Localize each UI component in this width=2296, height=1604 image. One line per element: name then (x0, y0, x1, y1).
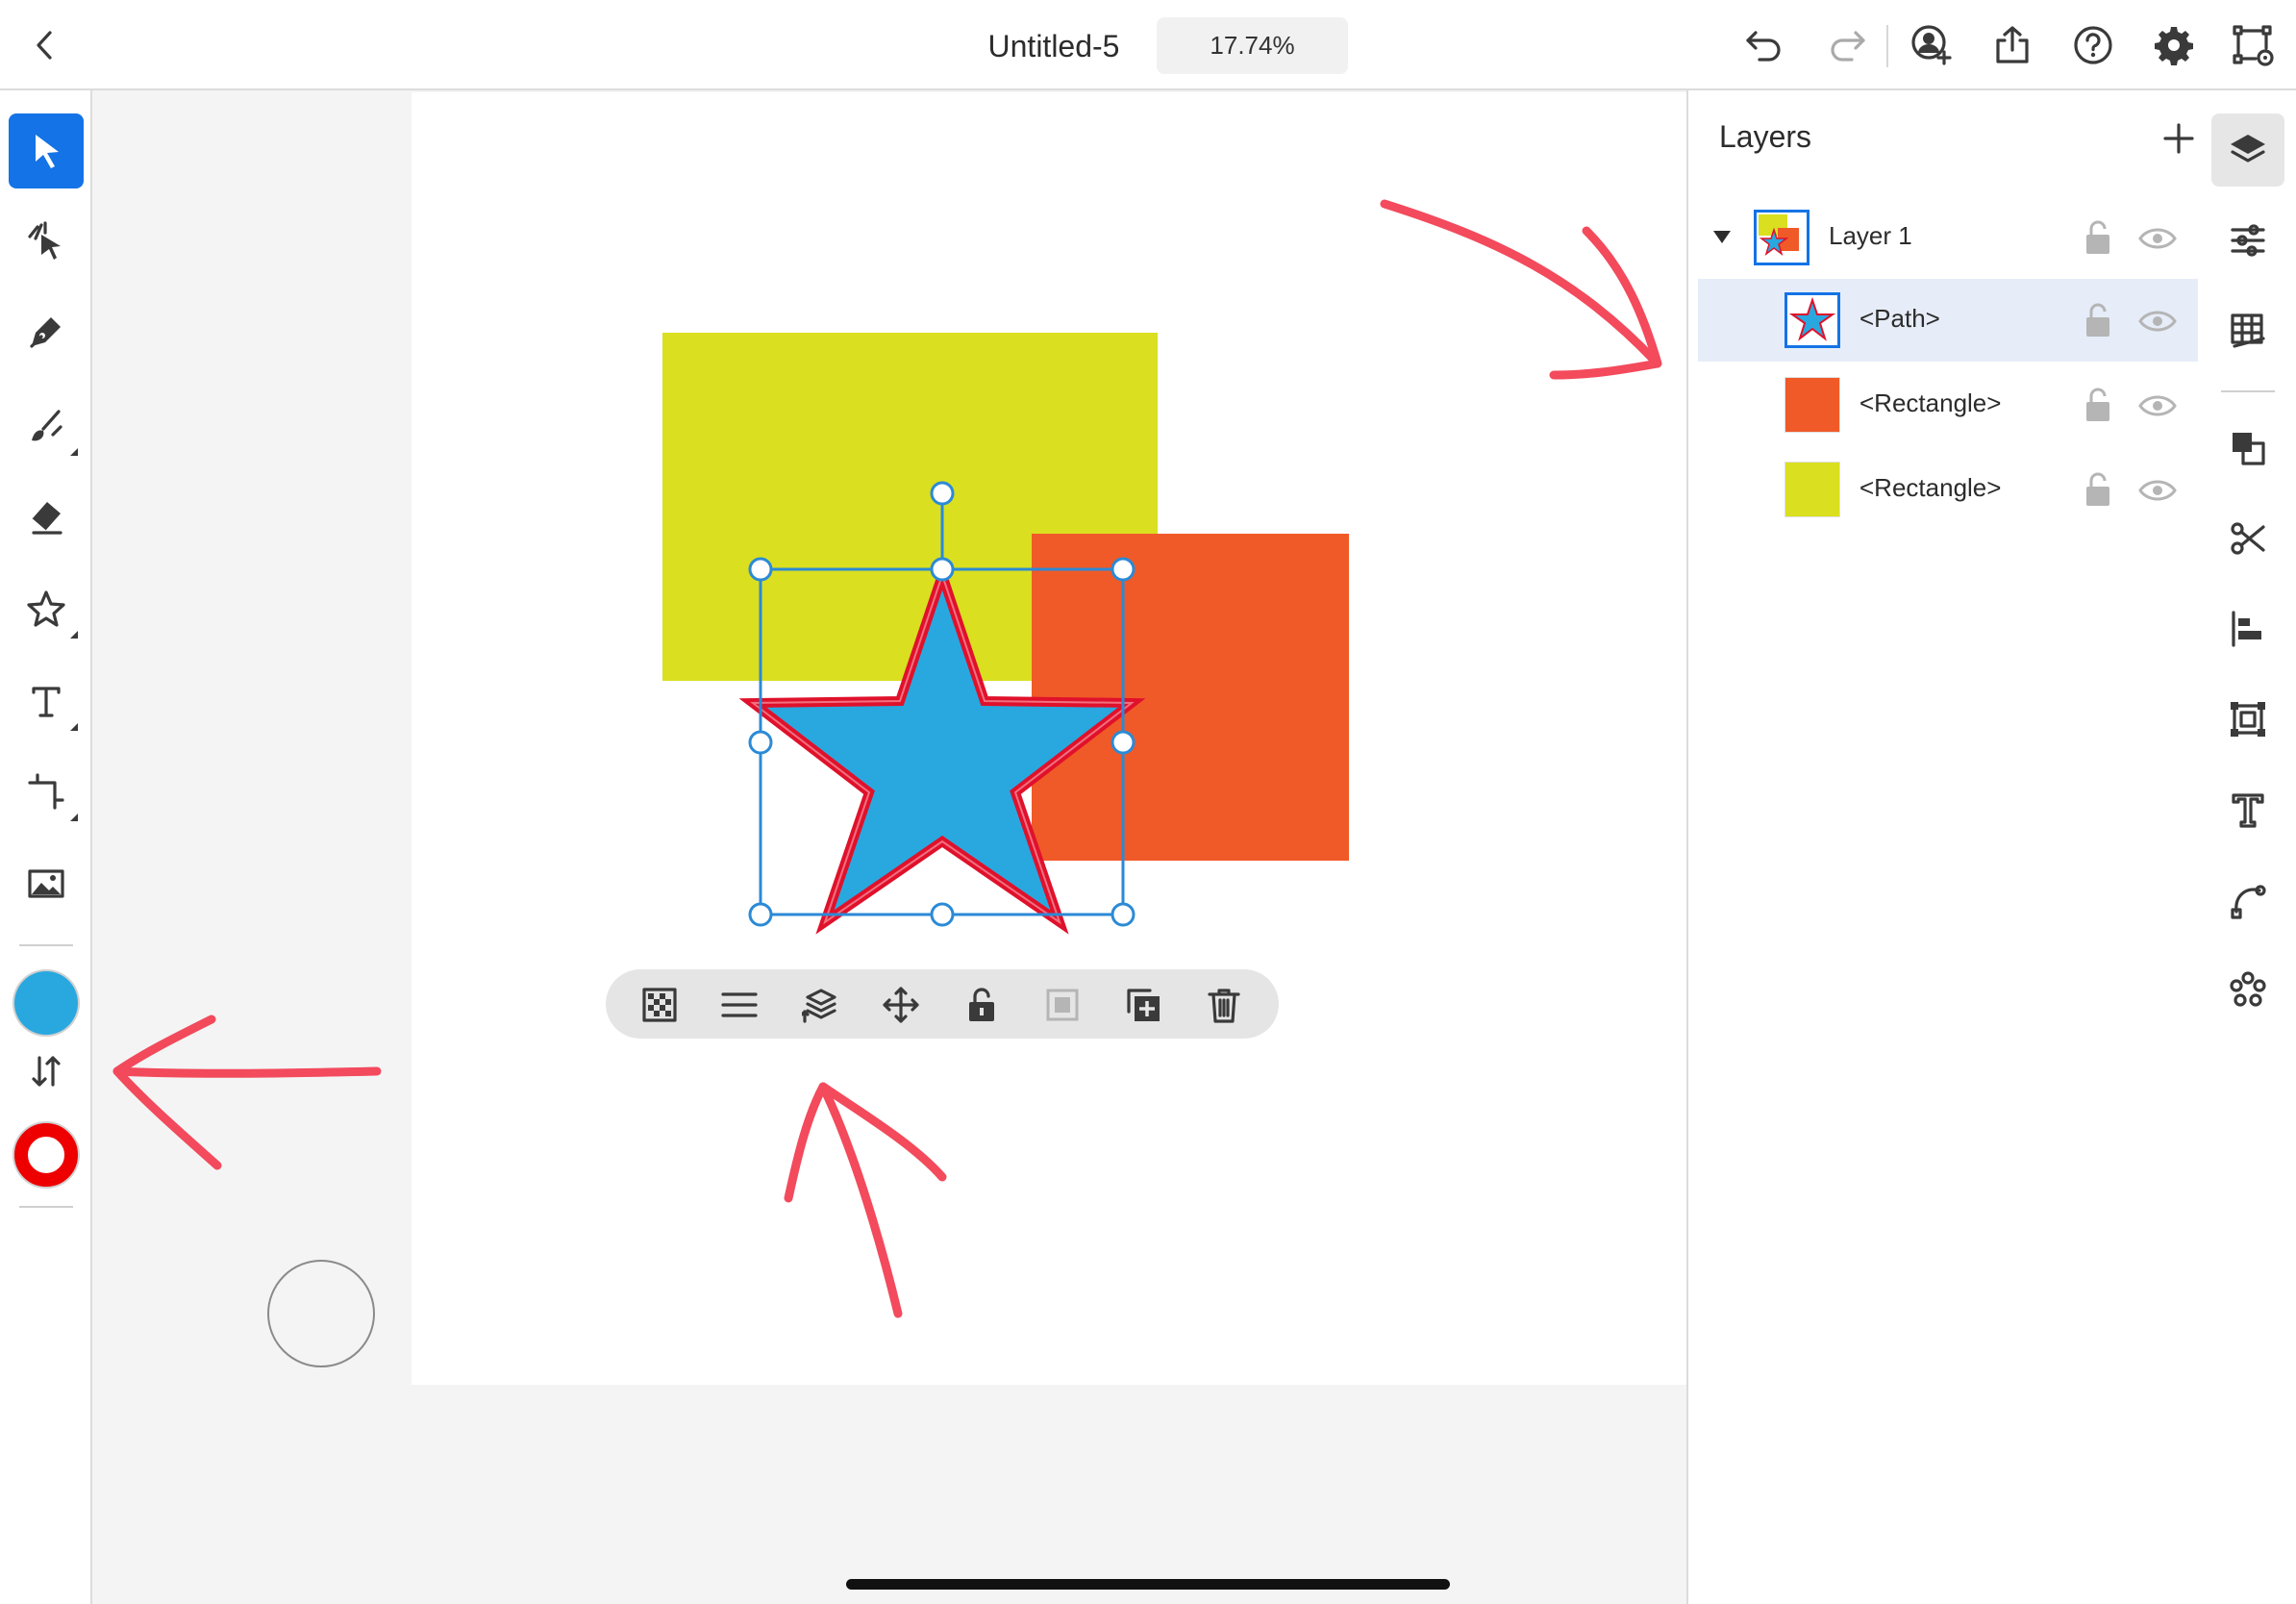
layers-panel-title: Layers (1719, 119, 1812, 154)
bezier-path-icon (2231, 885, 2266, 919)
text-panel-button[interactable] (2211, 773, 2284, 846)
mask-button (1044, 987, 1081, 1023)
grid-ruler-icon (2231, 313, 2265, 348)
rail-divider (2221, 390, 2275, 392)
layer-thumbnail-artwork (1759, 214, 1799, 256)
align-left-icon (2232, 611, 2261, 647)
repeat-panel-button[interactable] (2211, 954, 2284, 1027)
resize-handle-bottom-right[interactable] (1111, 902, 1136, 927)
eye-icon (2138, 395, 2177, 416)
path-panel-button[interactable] (2211, 864, 2284, 937)
layer-lock-toggle[interactable] (2081, 471, 2115, 508)
layer-lock-toggle[interactable] (2081, 219, 2115, 256)
layers-panel-button[interactable] (2211, 113, 2284, 187)
resize-handle-left[interactable] (748, 730, 773, 755)
eye-icon (2138, 480, 2177, 501)
right-panel-rail (2200, 90, 2296, 1604)
layer-visibility-toggle[interactable] (2138, 477, 2177, 504)
transform-icon (2231, 702, 2265, 737)
layer-row-rectangle-orange[interactable]: <Rectangle> (1698, 363, 2198, 446)
resize-handle-top[interactable] (930, 557, 955, 582)
properties-panel-button[interactable] (2211, 204, 2284, 277)
pathfinder-panel-button[interactable] (2211, 412, 2284, 485)
scissors-icon (2231, 522, 2265, 555)
resize-handle-bottom[interactable] (930, 902, 955, 927)
layer-row-path[interactable]: <Path> (1698, 279, 2198, 362)
layer-name: <Path> (1859, 304, 1940, 333)
unlock-icon (2086, 472, 2109, 506)
expand-triangle-icon[interactable] (1713, 231, 1731, 243)
transform-panel-button[interactable] (2211, 683, 2284, 756)
duplicate-icon (1127, 989, 1160, 1021)
unlock-icon (2086, 303, 2109, 337)
layer-name: <Rectangle> (1859, 473, 2002, 502)
layer-thumbnail (1754, 210, 1809, 265)
resize-handle-top-left[interactable] (748, 557, 773, 582)
layer-thumbnail (1784, 292, 1840, 348)
trash-icon (1208, 989, 1240, 1023)
layer-thumbnail (1784, 462, 1840, 517)
combine-shapes-icon (2233, 433, 2265, 465)
resize-handle-right[interactable] (1111, 730, 1136, 755)
stroke-weight-button[interactable] (721, 987, 758, 1023)
cut-panel-button[interactable] (2211, 502, 2284, 575)
star-thumbnail (1788, 296, 1836, 341)
eye-icon (2138, 311, 2177, 332)
home-indicator (846, 1579, 1450, 1590)
grid-panel-button[interactable] (2211, 294, 2284, 367)
arrange-layers-icon (802, 989, 836, 1023)
move-icon (883, 987, 919, 1023)
lines-icon (721, 992, 758, 1017)
unlock-icon (969, 988, 994, 1021)
context-toolbar (606, 969, 1279, 1039)
unlock-icon (2086, 388, 2109, 421)
mask-icon (1046, 989, 1079, 1021)
eye-icon (2138, 228, 2177, 249)
layer-lock-toggle[interactable] (2081, 302, 2115, 338)
lock-button[interactable] (963, 987, 1000, 1023)
layer-visibility-toggle[interactable] (2138, 225, 2177, 252)
add-layer-button[interactable] (2159, 119, 2198, 158)
align-panel-button[interactable] (2211, 592, 2284, 665)
layers-icon (2231, 135, 2265, 163)
sliders-icon (2231, 224, 2265, 257)
plus-icon (2163, 123, 2194, 154)
layer-thumbnail (1784, 377, 1840, 433)
layer-visibility-toggle[interactable] (2138, 392, 2177, 419)
delete-button[interactable] (1206, 987, 1242, 1023)
layer-lock-toggle[interactable] (2081, 387, 2115, 423)
transform-button[interactable] (883, 987, 919, 1023)
resize-handle-top-right[interactable] (1111, 557, 1136, 582)
layer-row-rectangle-yellow[interactable]: <Rectangle> (1698, 448, 2198, 531)
layer-visibility-toggle[interactable] (2138, 308, 2177, 335)
opacity-button[interactable] (641, 987, 678, 1023)
unlock-icon (2086, 220, 2109, 254)
type-outline-icon (2232, 793, 2264, 828)
checkerboard-icon (642, 988, 677, 1022)
layer-name: Layer 1 (1829, 221, 1912, 250)
arrange-button[interactable] (802, 987, 838, 1023)
orange-rectangle[interactable] (1032, 534, 1349, 861)
layer-row-layer-1[interactable]: Layer 1 (1698, 196, 2198, 279)
resize-handle-bottom-left[interactable] (748, 902, 773, 927)
repeat-radial-icon (2230, 971, 2266, 1007)
layer-name: <Rectangle> (1859, 388, 2002, 417)
duplicate-button[interactable] (1125, 987, 1161, 1023)
layers-panel: Layers Layer 1 <Path> <Rectangle> <Recta… (1686, 90, 2200, 1604)
rotate-handle[interactable] (930, 481, 955, 506)
